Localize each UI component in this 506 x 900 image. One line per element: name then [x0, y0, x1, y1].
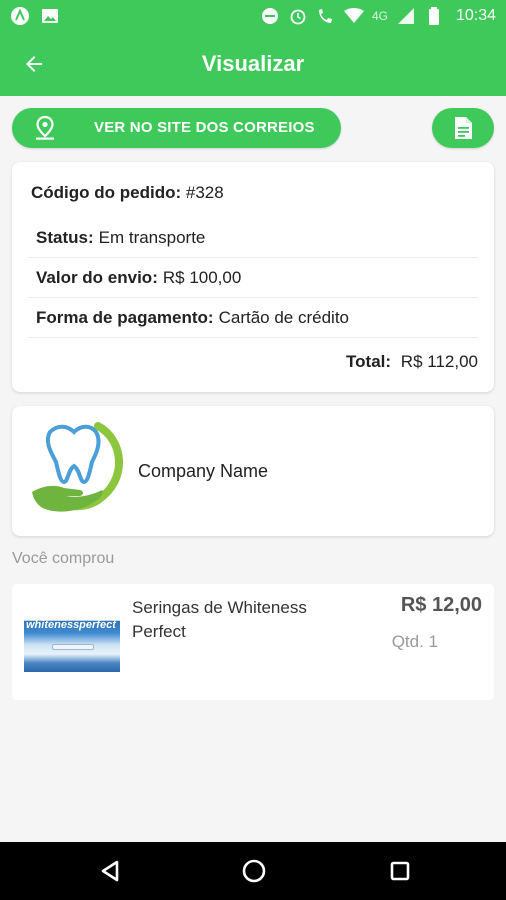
order-code-label: Código do pedido:: [31, 183, 182, 202]
document-button[interactable]: [432, 108, 494, 148]
order-code-value: #328: [185, 183, 224, 202]
page-title: Visualizar: [201, 51, 305, 76]
company-logo: [32, 422, 123, 512]
shipping-value: R$ 100,00: [162, 267, 242, 287]
network-type-label: 4G: [371, 9, 388, 23]
order-code: Código do pedido: #328: [31, 183, 224, 203]
shipping-row: Valor do envio: R$ 100,00: [28, 258, 478, 298]
action-row: VER NO SITE DOS CORREIOS: [12, 108, 494, 150]
triangle-back-icon: [101, 860, 119, 882]
purchased-section-label: Você comprou: [12, 550, 115, 567]
product-list-item[interactable]: whitenessperfect Seringas de Whiteness P…: [12, 584, 494, 700]
view-correios-button[interactable]: VER NO SITE DOS CORREIOS: [12, 108, 341, 148]
status-label: Status:: [36, 227, 94, 247]
circle-home-icon: [242, 859, 266, 883]
shipping-label: Valor do envio:: [36, 267, 158, 287]
nav-home-button[interactable]: [240, 857, 268, 885]
wifi-icon: [343, 6, 364, 26]
order-details-card: Código do pedido: #328 Status: Em transp…: [12, 162, 494, 392]
product-price: R$ 12,00: [400, 594, 482, 616]
volte-call-icon: [316, 6, 336, 26]
app-bar: Visualizar: [0, 32, 506, 96]
clock: 10:34: [455, 7, 496, 24]
view-correios-label: VER NO SITE DOS CORREIOS: [94, 119, 315, 136]
syringe-graphic: [52, 644, 94, 650]
nav-back-button[interactable]: [96, 857, 124, 885]
do-not-disturb-icon: [260, 6, 280, 26]
screen: 4G 10:34 Visualizar VER NO SITE DOS CORR…: [0, 0, 506, 900]
status-row: Status: Em transporte: [28, 218, 478, 258]
image-notification-icon: [40, 6, 60, 26]
product-name: Seringas de Whiteness Perfect: [132, 598, 307, 641]
square-recents-icon: [390, 861, 410, 881]
system-nav-bar: [0, 842, 506, 900]
payment-value: Cartão de crédito: [218, 307, 349, 327]
signal-icon: [396, 6, 416, 26]
back-button[interactable]: [18, 48, 50, 80]
total-value: R$ 112,00: [400, 352, 478, 371]
status-value: Em transporte: [98, 227, 206, 247]
document-icon: [455, 117, 472, 139]
payment-label: Forma de pagamento:: [36, 307, 214, 327]
order-total: Total: R$ 112,00: [346, 352, 478, 372]
status-bar: 4G 10:34: [0, 0, 506, 32]
app-notification-icon: [10, 6, 30, 26]
product-image-text: whitenessperfect: [26, 619, 116, 631]
alarm-icon: [288, 6, 308, 26]
product-quantity: Qtd. 1: [391, 632, 438, 651]
battery-icon: [424, 6, 444, 26]
total-label: Total:: [346, 352, 392, 371]
company-name: Company Name: [138, 461, 269, 481]
company-card[interactable]: Company Name: [12, 406, 494, 536]
arrow-left-icon: [26, 56, 42, 72]
product-image: whitenessperfect: [24, 612, 120, 672]
location-pin-icon: [36, 115, 54, 140]
nav-recents-button[interactable]: [386, 857, 414, 885]
payment-row: Forma de pagamento: Cartão de crédito: [28, 298, 478, 338]
